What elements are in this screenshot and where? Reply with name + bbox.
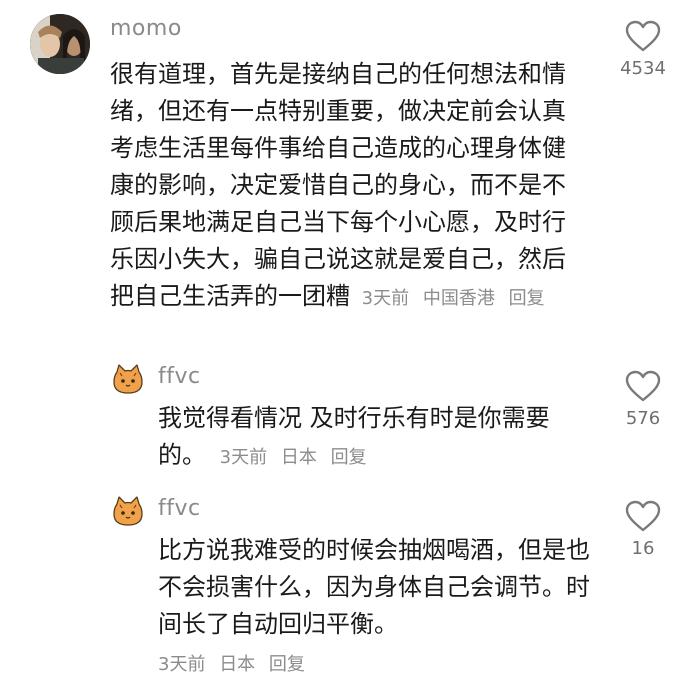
comment-text: 我觉得看情况 及时行乐有时是你需要的。 3天前 日本 回复 bbox=[158, 400, 578, 476]
comment-time: 3天前 bbox=[361, 288, 410, 309]
comment-text: 比方说我难受的时候会抽烟喝酒，但是也不会损害什么，因为身体自己会调节。时间长了自… bbox=[158, 532, 598, 643]
like-count: 16 bbox=[631, 538, 655, 559]
comment-username[interactable]: ffvc bbox=[158, 496, 201, 521]
cat-avatar-icon bbox=[113, 363, 143, 394]
user-photo-avatar-icon bbox=[30, 14, 90, 74]
comment-meta: 3天前 日本 回复 bbox=[220, 447, 375, 468]
comment-location: 日本 bbox=[280, 447, 317, 468]
cat-avatar-icon bbox=[113, 495, 143, 526]
comment-location: 日本 bbox=[219, 654, 256, 675]
comment-body: 很有道理，首先是接纳自己的任何想法和情绪，但还有一点特别重要，做决定前会认真考虑… bbox=[110, 60, 566, 310]
avatar[interactable] bbox=[30, 14, 90, 74]
comment-location: 中国香港 bbox=[422, 288, 495, 309]
comment-meta: 3天前 日本 回复 bbox=[158, 650, 313, 676]
reply-button[interactable]: 回复 bbox=[269, 654, 305, 675]
comment-username[interactable]: ffvc bbox=[158, 364, 201, 389]
comment-time: 3天前 bbox=[219, 447, 268, 468]
avatar[interactable] bbox=[110, 362, 146, 398]
like-button[interactable]: 576 bbox=[608, 370, 678, 429]
comment-text: 很有道理，首先是接纳自己的任何想法和情绪，但还有一点特别重要，做决定前会认真考虑… bbox=[110, 56, 570, 317]
heart-icon bbox=[625, 500, 661, 532]
reply-button[interactable]: 回复 bbox=[509, 288, 545, 309]
comment-body: 比方说我难受的时候会抽烟喝酒，但是也不会损害什么，因为身体自己会调节。时间长了自… bbox=[158, 536, 590, 638]
like-button[interactable]: 4534 bbox=[608, 20, 678, 79]
comment-meta: 3天前 中国香港 回复 bbox=[362, 288, 553, 309]
heart-icon bbox=[625, 370, 661, 402]
like-count: 4534 bbox=[620, 58, 666, 79]
like-button[interactable]: 16 bbox=[608, 500, 678, 559]
comment-time: 3天前 bbox=[158, 654, 206, 675]
avatar[interactable] bbox=[110, 494, 146, 530]
heart-icon bbox=[625, 20, 661, 52]
reply-button[interactable]: 回复 bbox=[331, 447, 367, 468]
like-count: 576 bbox=[625, 408, 661, 429]
comment-username[interactable]: momo bbox=[110, 16, 182, 41]
